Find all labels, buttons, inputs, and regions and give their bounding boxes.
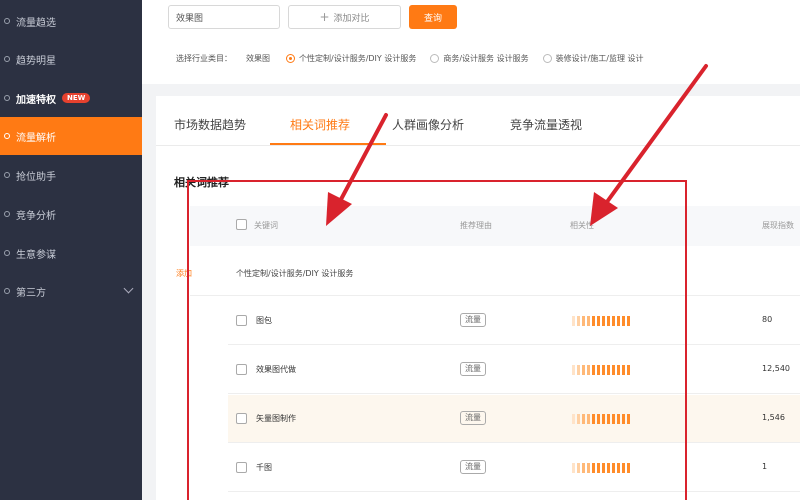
tab-market-trend[interactable]: 市场数据趋势 [174,116,246,133]
radio-label: 个性定制/设计服务/DIY 设计服务 [299,53,417,63]
bullet-icon [4,250,10,256]
bullet-icon [4,211,10,217]
radio-label: 商务/设计服务 设计服务 [443,53,529,63]
row-impressions: 1,546 [762,413,785,422]
sidebar-item-accelerate[interactable]: 加速特权 NEW [0,79,142,117]
radio-icon [542,53,552,63]
sidebar-item-competition[interactable]: 竞争分析 [0,195,142,233]
new-badge: NEW [62,93,91,103]
sidebar-item-label: 趋势明星 [16,55,56,67]
bullet-icon [4,172,10,178]
sidebar-item-label: 抢位助手 [16,171,56,183]
radio-label: 装修设计/施工/监理 设计 [555,53,644,63]
plus-icon: + [319,10,330,24]
category-label: 选择行业类目： [176,53,232,63]
tab-bar: 市场数据趋势 相关词推荐 人群画像分析 竞争流量透视 [156,96,800,146]
category-radio-decoration-design[interactable]: 装修设计/施工/监理 设计 [542,53,644,64]
sidebar-item-traffic-analysis[interactable]: 流量解析 [0,117,142,155]
active-tab-indicator [270,143,386,145]
tab-competition-traffic[interactable]: 竞争流量透视 [510,116,582,133]
category-selector: 选择行业类目： 效果图 个性定制/设计服务/DIY 设计服务 商务/设计服务 设… [176,51,658,65]
sidebar-item-label: 流量趋选 [16,17,56,29]
sidebar: 流量趋选 趋势明星 加速特权 NEW 流量解析 抢位助手 竞争分析 生意参谋 第… [0,0,142,500]
bullet-icon [4,18,10,24]
sidebar-item-label: 竞争分析 [16,210,56,222]
sidebar-item-traffic-select[interactable]: 流量趋选 [0,2,142,40]
annotation-box [187,180,687,500]
category-keyword: 效果图 [246,53,270,63]
bullet-icon [4,95,10,101]
query-button[interactable]: 查询 [409,5,457,29]
search-input[interactable] [168,5,280,29]
row-impressions: 12,540 [762,364,790,373]
sidebar-item-position-helper[interactable]: 抢位助手 [0,156,142,194]
sidebar-item-label: 加速特权 [16,94,56,106]
tab-audience-profile[interactable]: 人群画像分析 [392,116,464,133]
sidebar-item-label: 生意参谋 [16,249,56,261]
column-header-impressions: 展现指数 [762,221,794,230]
add-compare-button[interactable]: + 添加对比 [288,5,401,29]
tab-related-words[interactable]: 相关词推荐 [290,116,350,133]
search-panel: + 添加对比 查询 选择行业类目： 效果图 个性定制/设计服务/DIY 设计服务… [142,0,800,84]
sidebar-item-trend-star[interactable]: 趋势明星 [0,40,142,78]
add-compare-label: 添加对比 [333,13,370,24]
sidebar-item-business-advisor[interactable]: 生意参谋 [0,234,142,272]
row-impressions: 1 [762,462,768,471]
sidebar-item-third-party[interactable]: 第三方 [0,272,142,310]
sidebar-item-label: 流量解析 [16,132,56,144]
radio-icon [430,53,440,63]
bullet-icon [4,56,10,62]
sidebar-item-label: 第三方 [16,287,46,299]
category-radio-custom-design[interactable]: 个性定制/设计服务/DIY 设计服务 [286,53,416,64]
bullet-icon [4,288,10,294]
bullet-icon [4,133,10,139]
row-impressions: 80 [762,315,773,324]
radio-selected-icon [286,53,295,63]
chevron-down-icon[interactable] [123,283,134,294]
category-radio-business-design[interactable]: 商务/设计服务 设计服务 [430,53,529,64]
